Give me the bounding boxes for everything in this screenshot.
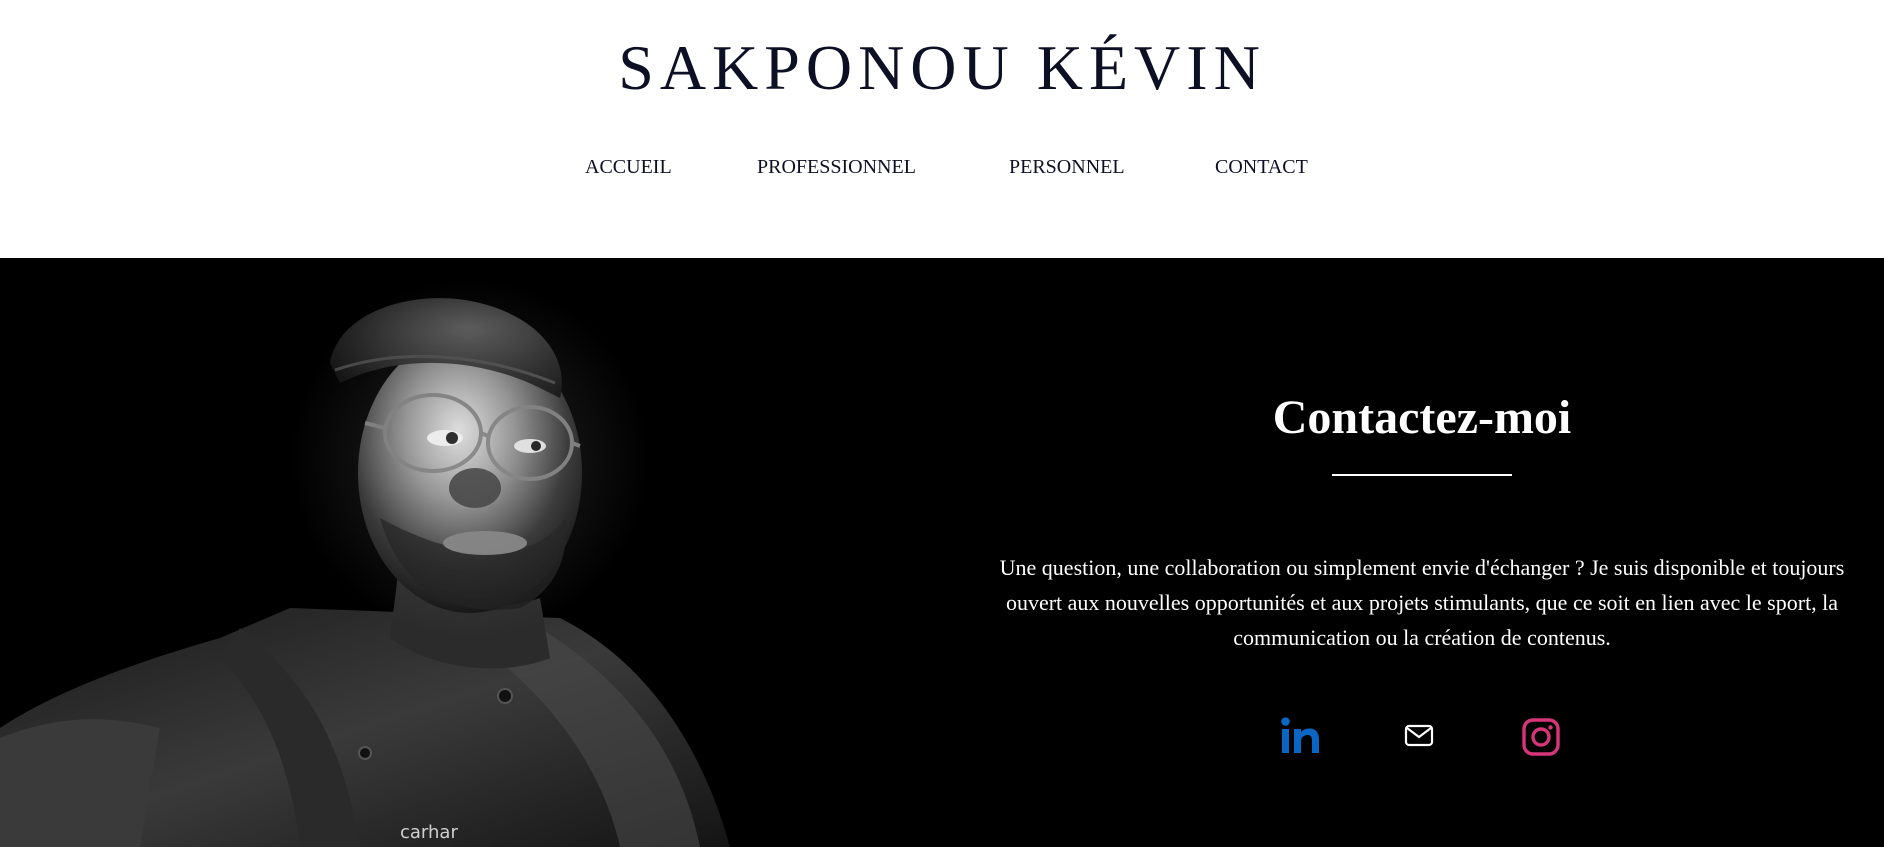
contact-description: Une question, une collaboration ou simpl… <box>999 555 1845 650</box>
email-link[interactable] <box>1396 713 1442 759</box>
linkedin-link[interactable] <box>1278 713 1324 759</box>
site-header: SAKPONOU KÉVIN ACCUEIL PROFESSIONNEL PER… <box>0 0 1884 258</box>
instagram-icon <box>1522 718 1560 756</box>
nav-item-contact[interactable]: CONTACT <box>1215 152 1308 182</box>
title-divider <box>1332 474 1512 476</box>
instagram-link[interactable] <box>1518 713 1564 759</box>
social-links <box>980 713 1864 763</box>
nav-item-professionnel[interactable]: PROFESSIONNEL <box>757 152 916 182</box>
nav-item-personnel[interactable]: PERSONNEL <box>1009 152 1125 182</box>
contact-block: Contactez-moi Une question, une collabor… <box>980 258 1864 847</box>
contact-title: Contactez-moi <box>1272 391 1572 444</box>
portrait-photo: carhar <box>0 258 760 847</box>
site-title[interactable]: SAKPONOU KÉVIN <box>0 30 1884 106</box>
jacket-logo: carhar <box>400 822 458 843</box>
contact-section: carhar Contactez-moi Une question, une c… <box>0 258 1884 847</box>
mail-icon <box>1404 724 1434 747</box>
main-nav: ACCUEIL PROFESSIONNEL PERSONNEL CONTACT <box>0 152 1884 182</box>
linkedin-icon <box>1281 717 1319 753</box>
nav-item-accueil[interactable]: ACCUEIL <box>585 152 672 182</box>
